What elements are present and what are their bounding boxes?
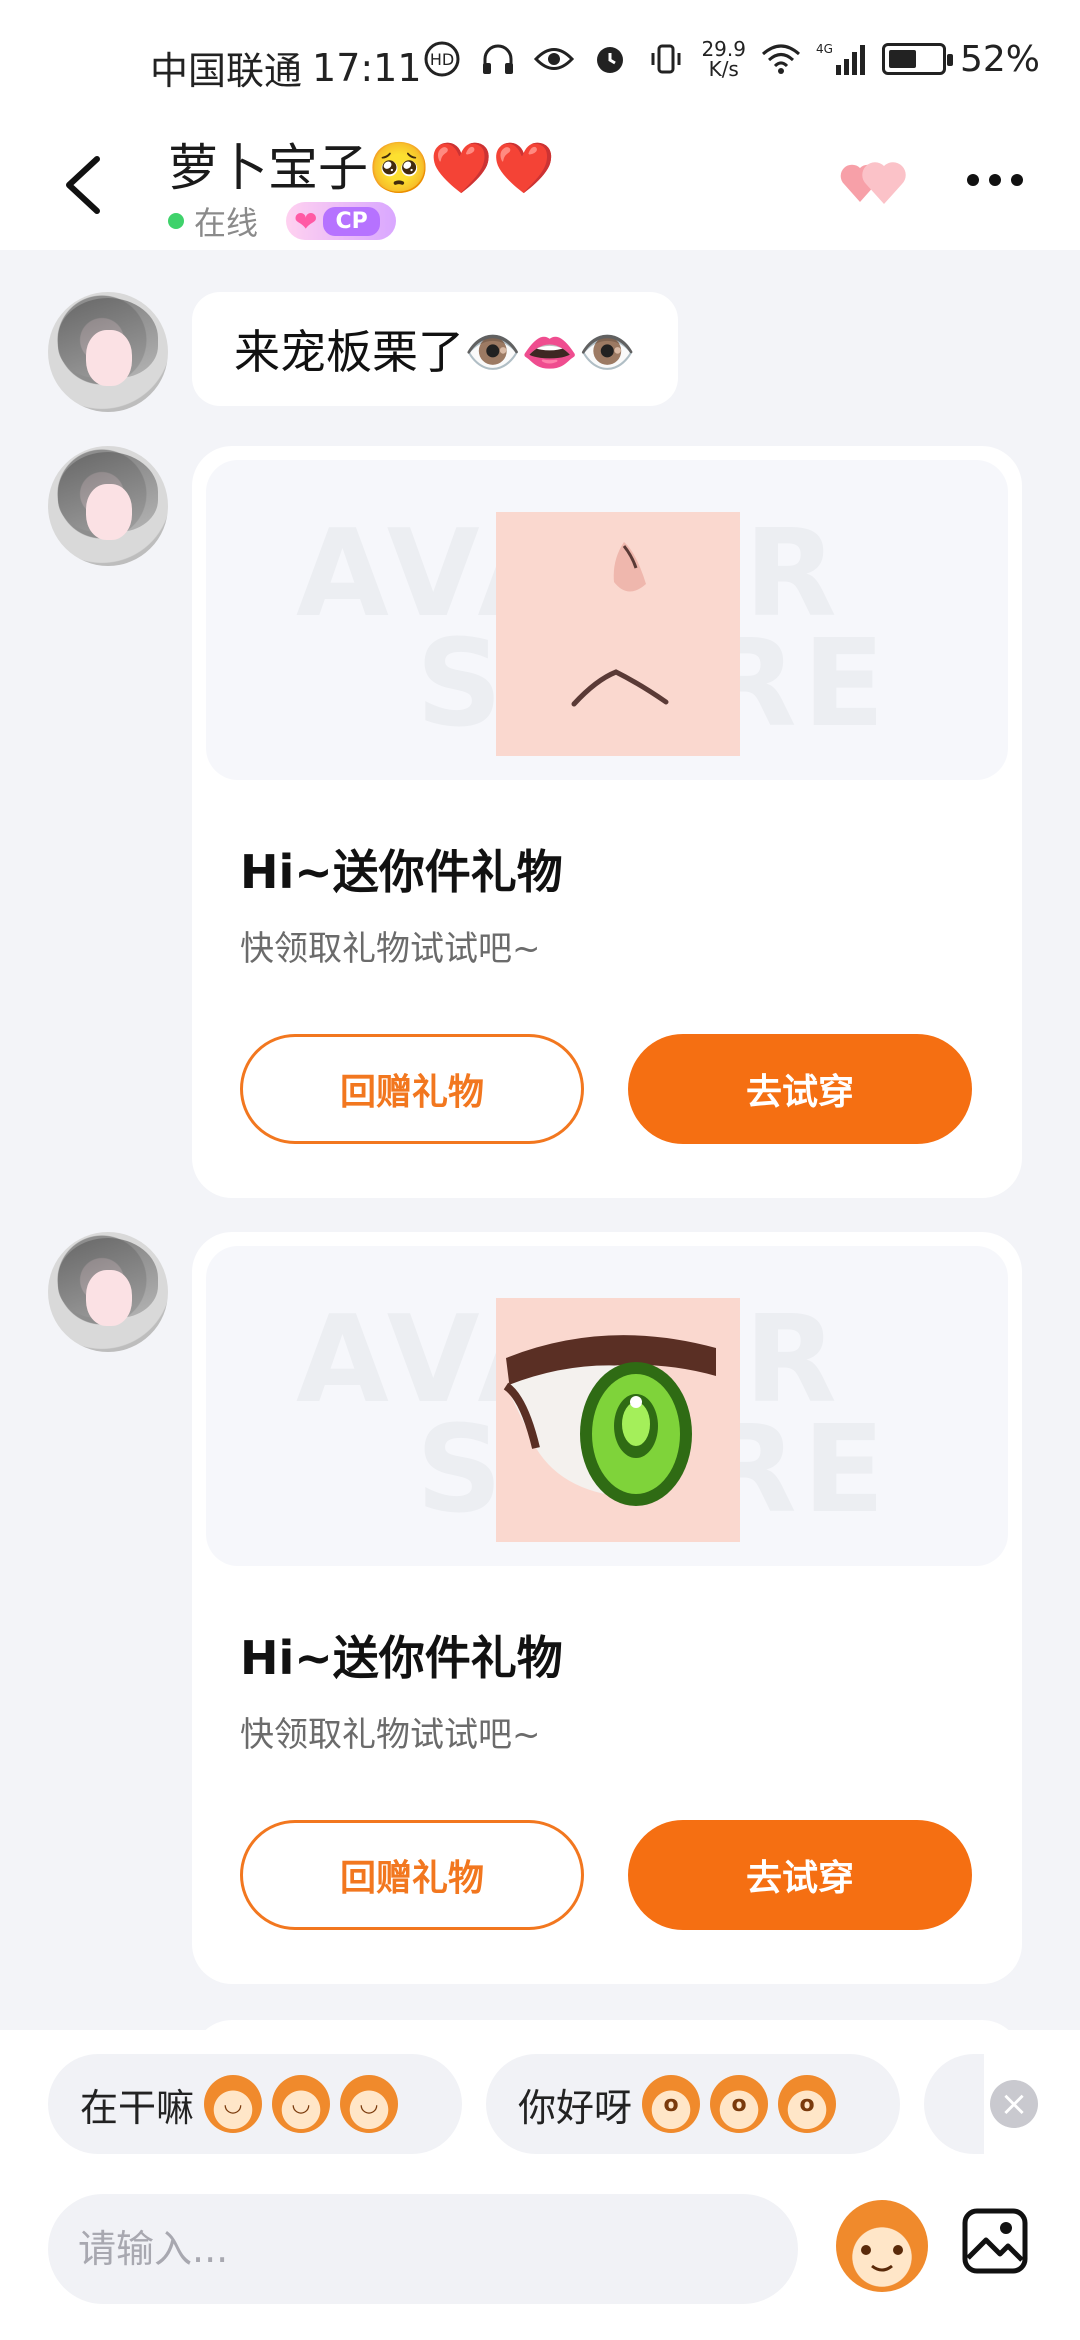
gift-preview: AVATAR STORE — [206, 1246, 1008, 1566]
eye-icon — [533, 38, 575, 80]
contact-name[interactable]: 萝卜宝子🥺❤️❤️ — [168, 128, 555, 200]
avatar-face — [86, 1270, 132, 1326]
chat-header: 萝卜宝子🥺❤️❤️ 在线 ❤ CP — [0, 120, 1080, 250]
close-icon: × — [999, 2084, 1029, 2124]
gift-description: 快领取礼物试试吧~ — [240, 929, 541, 969]
surprised-monkey-icon: o — [642, 2075, 701, 2133]
try-on-button[interactable]: 去试穿 — [628, 1034, 972, 1144]
quick-reply-text: 你好呀 — [518, 2085, 633, 2130]
grinning-monkey-icon: ◡ — [272, 2075, 331, 2133]
surprised-monkey-icon: o — [710, 2075, 769, 2133]
cellular-signal-icon: 4G — [816, 38, 868, 80]
network-speed-unit: K/s — [708, 57, 739, 81]
return-gift-button[interactable]: 回赠礼物 — [240, 1820, 584, 1930]
message-input[interactable] — [48, 2194, 798, 2304]
input-panel: 在干嘛 ◡ ◡ ◡ 你好呀 o o o × — [0, 2030, 1080, 2340]
signal-label: 4G — [816, 42, 833, 56]
quick-reply-chip[interactable]: 你好呀 o o o — [486, 2054, 900, 2154]
status-left: 中国联通 17:11 — [150, 40, 422, 95]
text-message-bubble[interactable]: 来宠板栗了👁️👄👁️ — [192, 292, 678, 406]
gift-card[interactable]: AVATAR STORE Hi~送你件礼物 快领取礼物试试吧~ 回赠礼物 去试穿 — [192, 1232, 1022, 1984]
quick-reply-chip[interactable]: 在干嘛 ◡ ◡ ◡ — [48, 2054, 462, 2154]
gift-item-eye-image — [496, 1298, 740, 1542]
gift-title: Hi~送你件礼物 — [240, 1631, 563, 1685]
quick-reply-chip-partial[interactable] — [924, 2054, 984, 2154]
network-speed-value: 29.9 — [701, 37, 746, 61]
try-on-button[interactable]: 去试穿 — [628, 1820, 972, 1930]
image-icon — [962, 2208, 1028, 2274]
more-dots-icon — [967, 174, 1023, 186]
next-message-peek — [192, 2020, 1022, 2030]
headphones-icon — [477, 38, 519, 80]
alarm-icon — [589, 38, 631, 80]
chat-messages[interactable]: 来宠板栗了👁️👄👁️ AVATAR STORE Hi~送你件礼物 快领取礼物试试… — [0, 250, 1080, 2030]
gift-title: Hi~送你件礼物 — [240, 845, 563, 899]
cp-badge[interactable]: ❤ CP — [286, 202, 396, 240]
gift-card[interactable]: AVATAR STORE Hi~送你件礼物 快领取礼物试试吧~ 回赠礼物 去试穿 — [192, 446, 1022, 1198]
wifi-icon — [760, 38, 802, 80]
contact-avatar[interactable] — [48, 292, 168, 412]
more-options-button[interactable] — [965, 168, 1025, 192]
sticker-mascot-button[interactable] — [836, 2200, 928, 2292]
contact-avatar[interactable] — [48, 1232, 168, 1352]
monkey-mascot-icon — [861, 2245, 903, 2272]
quick-reply-row[interactable]: 在干嘛 ◡ ◡ ◡ 你好呀 o o o — [48, 2054, 984, 2154]
quick-reply-text: 在干嘛 — [80, 2085, 195, 2130]
surprised-monkey-icon: o — [778, 2075, 837, 2133]
grinning-monkey-icon: ◡ — [204, 2075, 263, 2133]
contact-avatar[interactable] — [48, 446, 168, 566]
grinning-monkey-icon: ◡ — [340, 2075, 399, 2133]
battery-percent: 52% — [959, 38, 1040, 80]
winged-heart-icon: ❤ — [294, 204, 318, 238]
gift-description: 快领取礼物试试吧~ — [240, 1715, 541, 1755]
send-image-button[interactable] — [960, 2206, 1030, 2276]
status-right: HD 29.9 K/s 4G 52% — [421, 38, 1040, 80]
couple-hearts-icon[interactable] — [840, 150, 914, 210]
battery-icon — [881, 43, 953, 75]
back-button[interactable] — [55, 145, 115, 225]
avatar-face — [86, 330, 132, 386]
cp-badge-label: CP — [323, 206, 380, 236]
chevron-left-icon — [66, 156, 100, 214]
close-quick-replies-button[interactable]: × — [990, 2080, 1038, 2128]
online-status: 在线 — [194, 204, 259, 242]
network-speed: 29.9 K/s — [701, 39, 746, 79]
contact-status-row: 在线 ❤ CP — [168, 198, 396, 244]
vibrate-icon — [645, 38, 687, 80]
online-dot — [168, 213, 184, 229]
gift-preview: AVATAR STORE — [206, 460, 1008, 780]
carrier-label: 中国联通 — [150, 49, 303, 93]
clock: 17:11 — [312, 45, 422, 90]
battery-fill — [888, 50, 916, 68]
return-gift-button[interactable]: 回赠礼物 — [240, 1034, 584, 1144]
svg-text:HD: HD — [430, 50, 454, 69]
gift-item-nose-mouth-image — [496, 512, 740, 756]
status-bar: 中国联通 17:11 HD 29.9 K/s 4G 52% — [0, 0, 1080, 120]
avatar-face — [86, 484, 132, 540]
hd-call-icon: HD — [421, 38, 463, 80]
